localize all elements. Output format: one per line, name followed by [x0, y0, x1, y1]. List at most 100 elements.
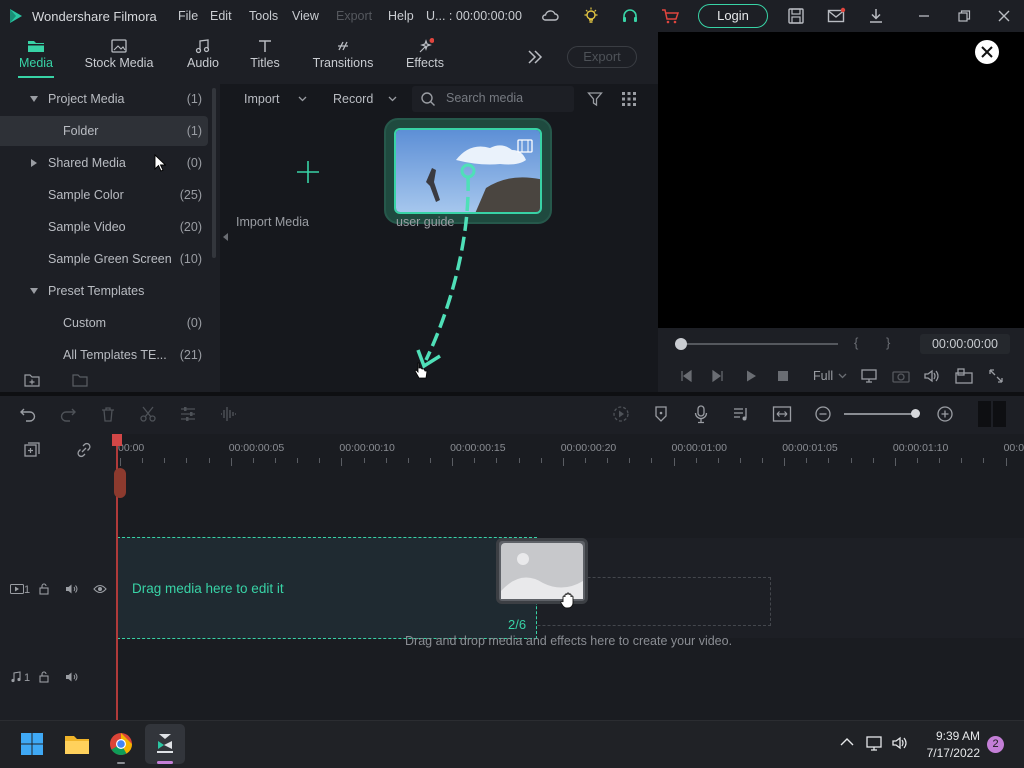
- play-icon[interactable]: [744, 369, 758, 383]
- windows-start-icon[interactable]: [20, 732, 44, 756]
- audio-waveform-icon[interactable]: [219, 405, 237, 423]
- tab-stock-media[interactable]: Stock Media: [82, 32, 156, 70]
- mark-out-button[interactable]: }: [886, 335, 890, 350]
- chevron-up-icon[interactable]: [840, 737, 854, 747]
- close-guide-button[interactable]: [975, 40, 999, 64]
- chrome-icon[interactable]: [109, 732, 133, 756]
- quality-dropdown[interactable]: Full: [813, 369, 833, 383]
- preview-player[interactable]: [658, 32, 1024, 328]
- tree-item-sample-green-screen[interactable]: Sample Green Screen (10): [0, 244, 208, 274]
- delete-icon[interactable]: [99, 405, 117, 423]
- tree-item-sample-color[interactable]: Sample Color (25): [0, 180, 208, 210]
- snapshot-camera-icon[interactable]: [892, 368, 910, 384]
- zoom-slider-knob[interactable]: [911, 409, 920, 418]
- double-chevron-right-icon[interactable]: [526, 49, 544, 65]
- search-input[interactable]: [446, 91, 566, 105]
- marker-shield-icon[interactable]: [652, 405, 670, 423]
- stop-icon[interactable]: [776, 369, 790, 383]
- eye-icon[interactable]: [93, 584, 107, 594]
- clock-time[interactable]: 9:39 AM: [924, 729, 980, 743]
- save-icon[interactable]: [786, 6, 806, 26]
- fullscreen-icon[interactable]: [988, 368, 1004, 384]
- headset-support-icon[interactable]: [620, 6, 640, 26]
- tree-item-project-media[interactable]: Project Media (1): [0, 84, 208, 114]
- import-media-tile[interactable]: [236, 130, 380, 220]
- microphone-icon[interactable]: [692, 404, 710, 424]
- scissors-cut-icon[interactable]: [139, 405, 157, 423]
- restore-icon[interactable]: [954, 6, 974, 26]
- volume-icon[interactable]: [891, 735, 909, 751]
- menu-help[interactable]: Help: [388, 9, 414, 23]
- import-dropdown[interactable]: Import: [244, 92, 279, 106]
- zoom-in-icon[interactable]: [936, 405, 954, 423]
- voiceover-music-icon[interactable]: [732, 405, 750, 423]
- close-window-icon[interactable]: [994, 6, 1014, 26]
- export-button[interactable]: Export: [567, 46, 637, 68]
- tab-effects[interactable]: Effects: [404, 32, 446, 70]
- add-track-icon[interactable]: [23, 441, 41, 459]
- cloud-icon[interactable]: [540, 6, 560, 26]
- tree-scrollbar[interactable]: [212, 88, 216, 258]
- layout-toggle[interactable]: [978, 401, 1006, 427]
- new-folder-icon[interactable]: [24, 373, 40, 387]
- mark-in-button[interactable]: {: [854, 335, 858, 350]
- tab-titles[interactable]: Titles: [246, 32, 284, 70]
- menu-export[interactable]: Export: [336, 9, 372, 23]
- step-forward-icon[interactable]: [711, 369, 725, 383]
- collapse-panel-icon[interactable]: [222, 232, 230, 242]
- chevron-down-icon[interactable]: [298, 96, 307, 102]
- zoom-slider-track[interactable]: [844, 413, 916, 415]
- tree-item-preset-templates[interactable]: Preset Templates: [0, 276, 208, 306]
- network-icon[interactable]: [866, 735, 884, 751]
- notification-badge[interactable]: 2: [987, 736, 1004, 753]
- tree-item-shared-media[interactable]: Shared Media (0): [0, 148, 208, 178]
- tree-item-all-templates[interactable]: All Templates TE... (21): [0, 340, 208, 370]
- tree-item-folder[interactable]: Folder (1): [0, 116, 208, 146]
- chevron-down-icon[interactable]: [838, 373, 847, 379]
- tab-transitions[interactable]: Transitions: [312, 32, 374, 70]
- monitor-icon[interactable]: [861, 368, 879, 384]
- clock-date[interactable]: 7/17/2022: [918, 746, 980, 760]
- preview-progress-knob[interactable]: [675, 338, 687, 350]
- pip-icon[interactable]: [955, 368, 973, 384]
- search-box[interactable]: [412, 86, 574, 112]
- step-back-icon[interactable]: [679, 369, 693, 383]
- mail-icon[interactable]: [826, 6, 846, 26]
- record-dropdown[interactable]: Record: [333, 92, 373, 106]
- link-icon[interactable]: [75, 441, 93, 459]
- tab-audio[interactable]: Audio: [184, 32, 222, 70]
- tree-item-count: (20): [179, 220, 202, 234]
- menu-tools[interactable]: Tools: [249, 9, 278, 23]
- lightbulb-icon[interactable]: [581, 6, 601, 26]
- speaker-icon[interactable]: [65, 583, 78, 595]
- login-button[interactable]: Login: [698, 4, 768, 28]
- playhead-handle[interactable]: [112, 434, 122, 446]
- minimize-icon[interactable]: [914, 6, 934, 26]
- preview-progress-track[interactable]: [676, 343, 838, 345]
- cart-icon[interactable]: [660, 6, 680, 26]
- lock-icon[interactable]: [39, 583, 49, 595]
- volume-icon[interactable]: [923, 368, 941, 384]
- lock-icon[interactable]: [39, 671, 49, 683]
- render-preview-icon[interactable]: [612, 405, 630, 423]
- adjust-sliders-icon[interactable]: [179, 405, 197, 423]
- download-icon[interactable]: [866, 6, 886, 26]
- menu-view[interactable]: View: [292, 9, 319, 23]
- zoom-out-icon[interactable]: [814, 405, 832, 423]
- grid-view-icon[interactable]: [621, 91, 637, 107]
- taskbar-filmora-button[interactable]: [145, 724, 185, 764]
- redo-icon[interactable]: [59, 406, 77, 422]
- tree-item-sample-video[interactable]: Sample Video (20): [0, 212, 208, 242]
- tree-item-custom[interactable]: Custom (0): [0, 308, 208, 338]
- menu-edit[interactable]: Edit: [210, 9, 232, 23]
- filter-icon[interactable]: [587, 91, 603, 107]
- undo-icon[interactable]: [19, 406, 37, 422]
- chevron-down-icon[interactable]: [388, 96, 397, 102]
- speaker-icon[interactable]: [65, 671, 78, 683]
- tab-media[interactable]: Media: [14, 32, 58, 70]
- ruler-tick: [939, 458, 941, 463]
- file-explorer-icon[interactable]: [64, 733, 90, 755]
- menu-file[interactable]: File: [178, 9, 198, 23]
- fit-timeline-icon[interactable]: [772, 405, 792, 423]
- folder-icon[interactable]: [72, 373, 88, 387]
